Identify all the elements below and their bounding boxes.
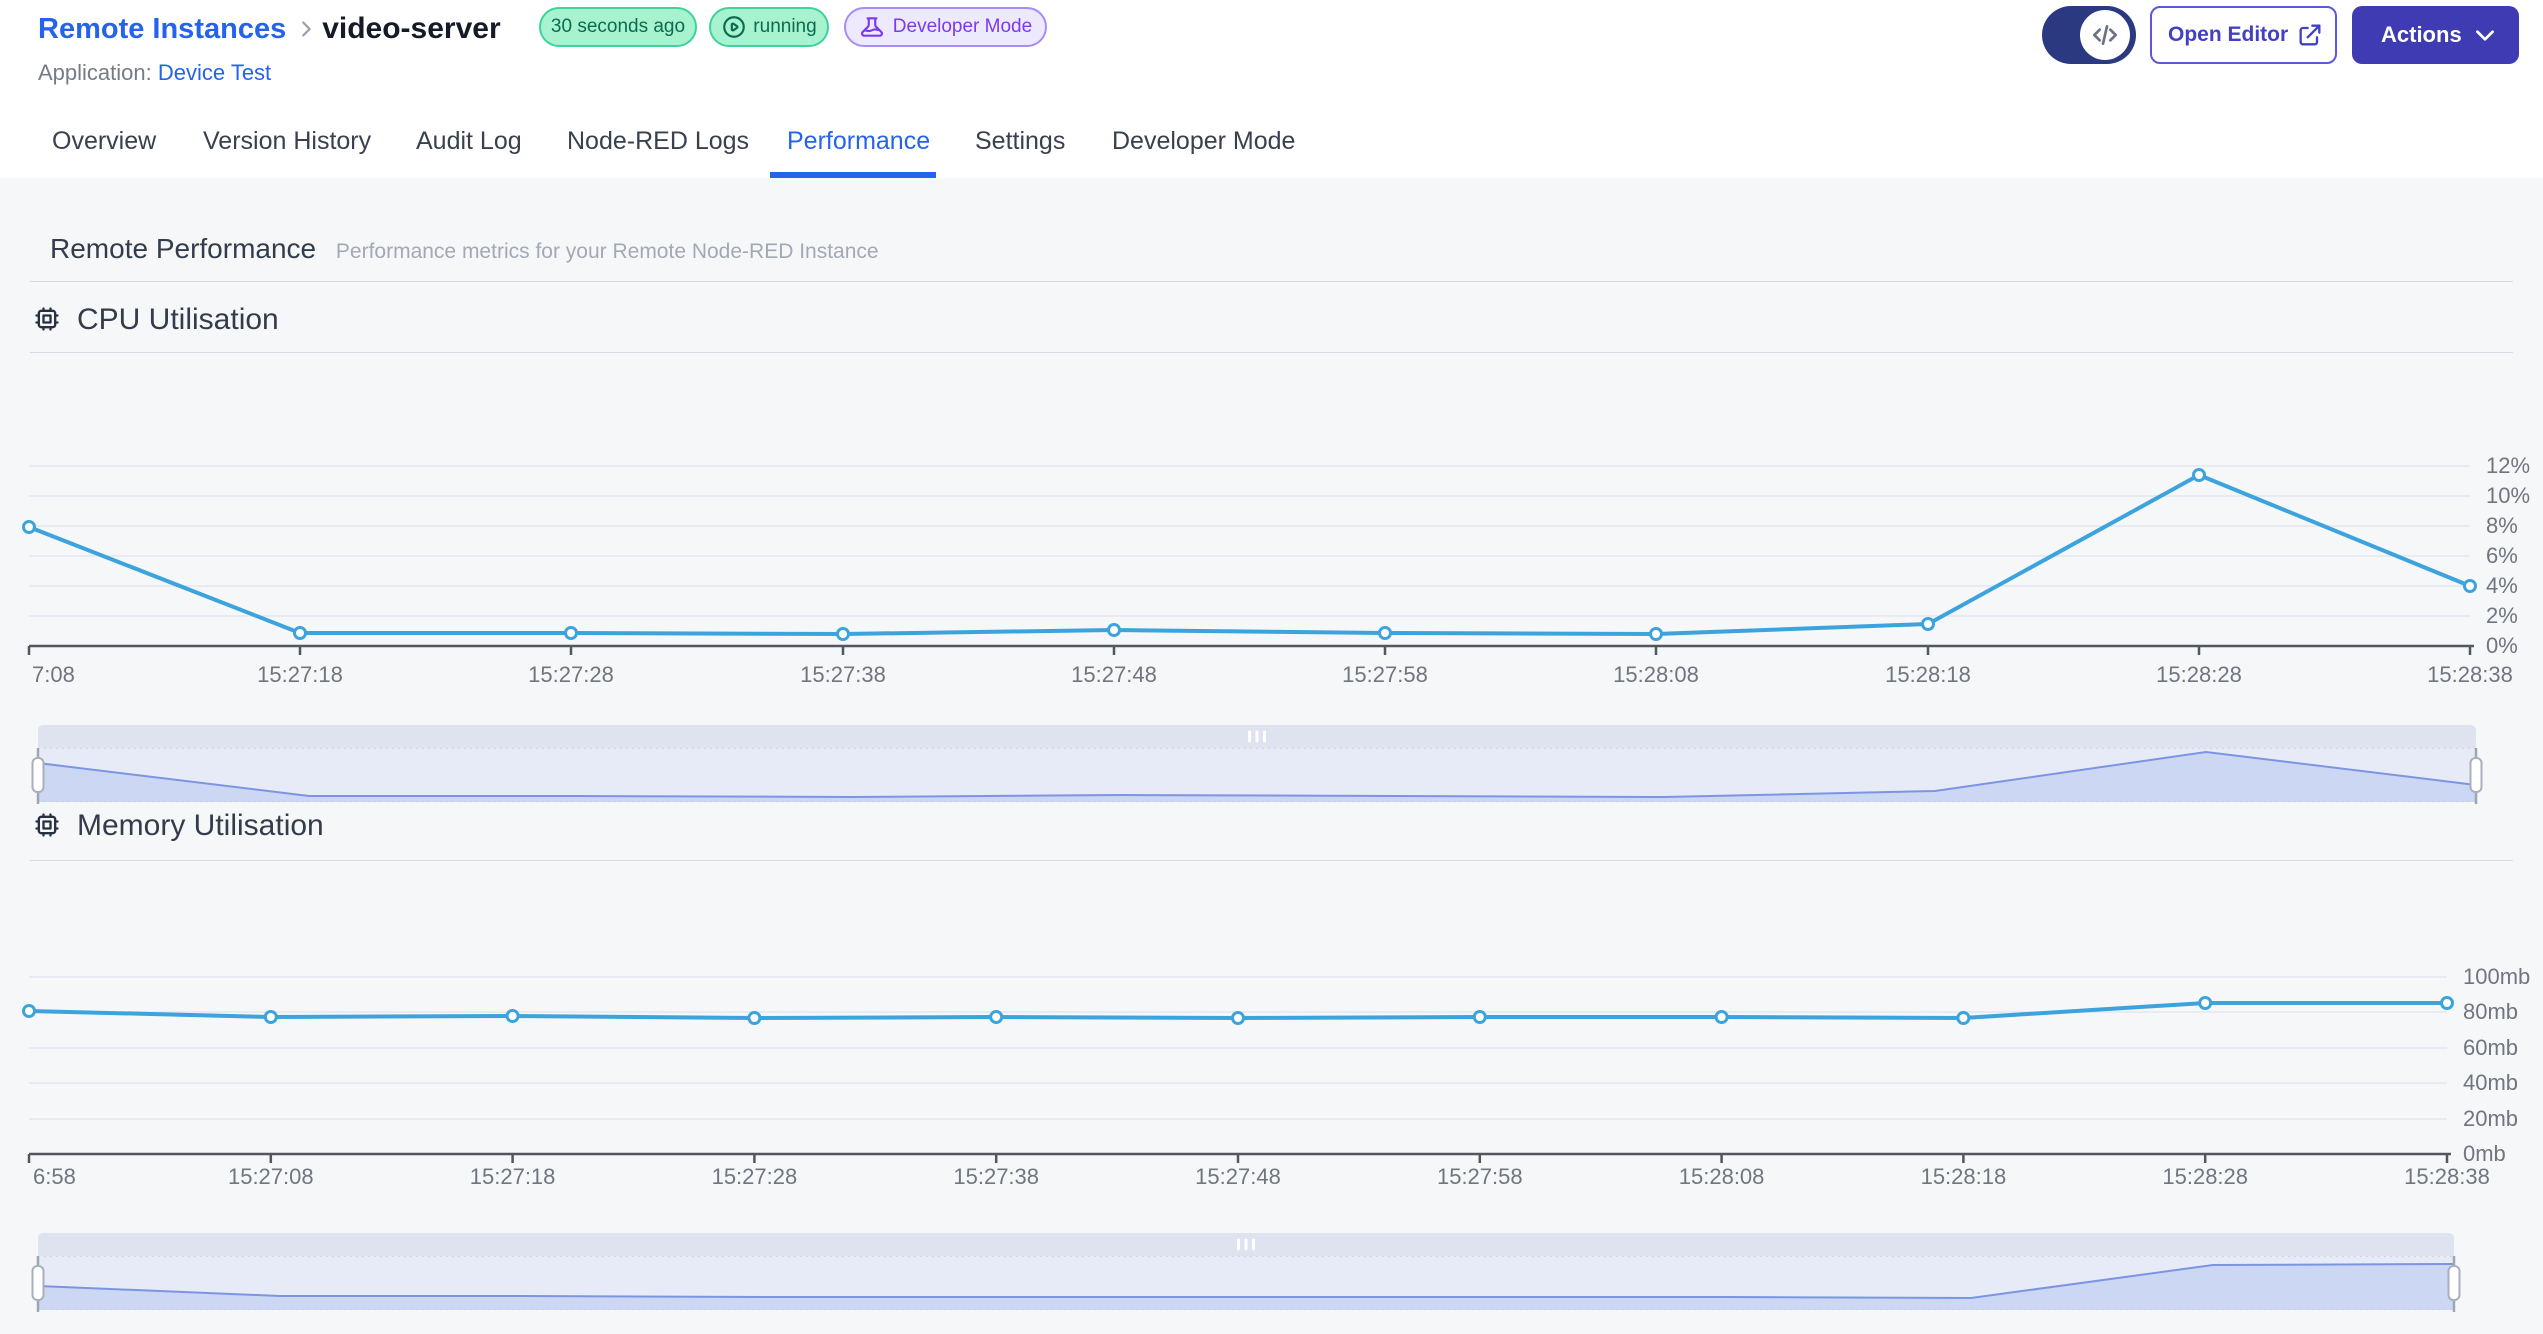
svg-text:15:27:58: 15:27:58 [1437,1164,1523,1189]
svg-text:20mb: 20mb [2463,1106,2518,1131]
svg-text:15:28:38: 15:28:38 [2404,1164,2490,1189]
svg-text:100mb: 100mb [2463,964,2530,989]
svg-text:15:28:28: 15:28:28 [2156,662,2242,687]
svg-text:10%: 10% [2486,483,2530,508]
svg-text:15:27:48: 15:27:48 [1195,1164,1281,1189]
svg-text:15:28:18: 15:28:18 [1921,1164,2007,1189]
svg-text:80mb: 80mb [2463,999,2518,1024]
svg-text:6%: 6% [2486,543,2518,568]
svg-text:15:27:58: 15:27:58 [1342,662,1428,687]
svg-text:15:28:28: 15:28:28 [2162,1164,2248,1189]
svg-text:15:27:28: 15:27:28 [712,1164,798,1189]
svg-text:6:58: 6:58 [33,1164,76,1189]
svg-text:8%: 8% [2486,513,2518,538]
svg-text:15:27:08: 15:27:08 [228,1164,314,1189]
svg-text:15:28:08: 15:28:08 [1613,662,1699,687]
svg-text:15:27:48: 15:27:48 [1071,662,1157,687]
svg-text:7:08: 7:08 [32,662,75,687]
svg-text:40mb: 40mb [2463,1070,2518,1095]
svg-text:12%: 12% [2486,453,2530,478]
svg-text:0mb: 0mb [2463,1141,2506,1166]
svg-text:15:28:38: 15:28:38 [2427,662,2513,687]
svg-text:15:27:18: 15:27:18 [257,662,343,687]
svg-text:15:28:18: 15:28:18 [1885,662,1971,687]
svg-text:15:27:18: 15:27:18 [470,1164,556,1189]
svg-text:15:27:28: 15:27:28 [528,662,614,687]
svg-text:15:28:08: 15:28:08 [1679,1164,1765,1189]
svg-text:4%: 4% [2486,573,2518,598]
svg-text:2%: 2% [2486,603,2518,628]
svg-text:15:27:38: 15:27:38 [800,662,886,687]
svg-text:60mb: 60mb [2463,1035,2518,1060]
svg-text:15:27:38: 15:27:38 [953,1164,1039,1189]
svg-text:0%: 0% [2486,633,2518,658]
